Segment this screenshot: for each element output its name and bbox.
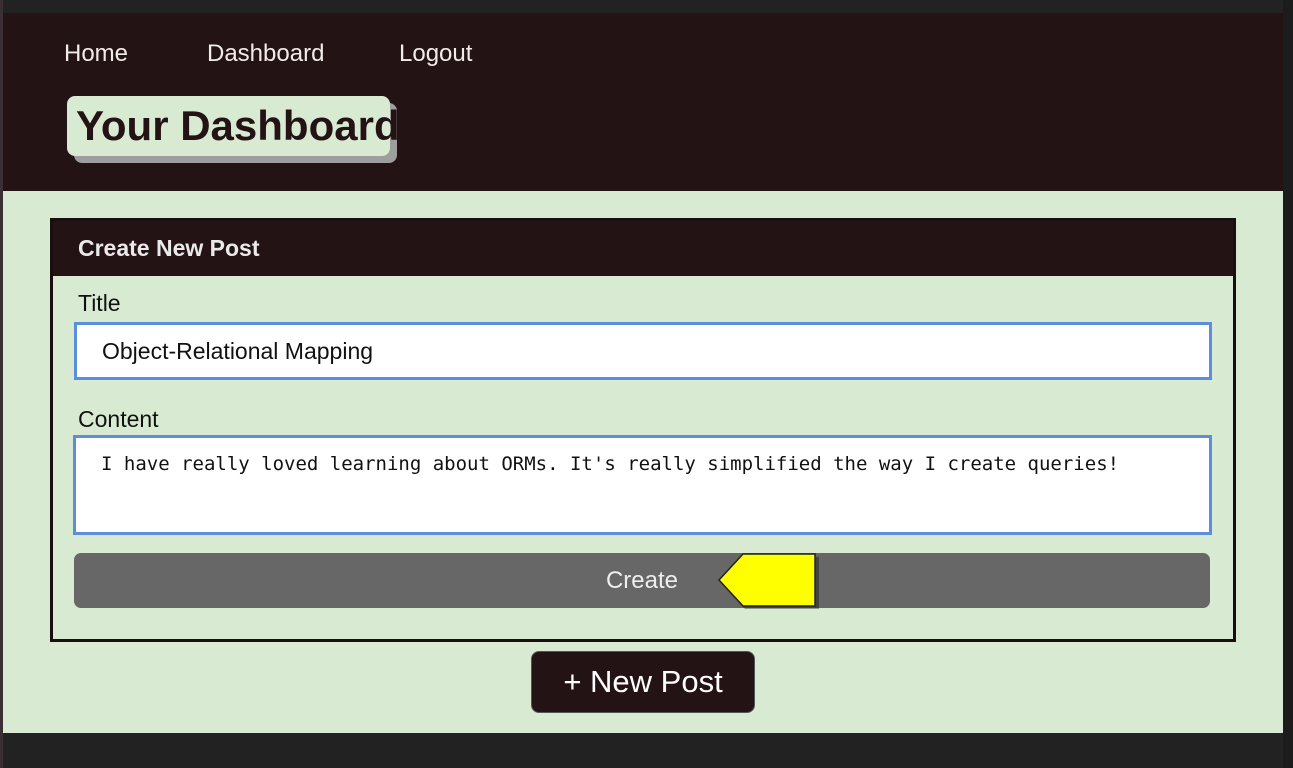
content-textarea[interactable]: I have really loved learning about ORMs.… (73, 435, 1212, 535)
new-post-button[interactable]: + New Post (531, 651, 755, 713)
title-label: Title (78, 290, 121, 316)
content-label: Content (78, 406, 159, 432)
main-content: Create New Post Title Content I have rea… (3, 191, 1283, 733)
page-title: Your Dashboard (76, 102, 400, 149)
create-post-card: Create New Post Title Content I have rea… (50, 218, 1236, 642)
top-strip (0, 0, 1293, 13)
nav-logout-link[interactable]: Logout (399, 39, 472, 69)
create-button[interactable]: Create (74, 553, 1210, 608)
create-post-card-header: Create New Post (53, 221, 1233, 276)
title-input[interactable] (74, 322, 1212, 380)
page-title-badge: Your Dashboard (67, 96, 400, 156)
create-post-heading: Create New Post (78, 235, 260, 261)
right-window-edge (1283, 0, 1293, 768)
site-header: Home Dashboard Logout Your Dashboard (3, 13, 1283, 191)
yellow-arrow-pointer-icon (717, 553, 819, 609)
nav-dashboard-link[interactable]: Dashboard (207, 39, 324, 69)
nav-home-link[interactable]: Home (64, 39, 128, 69)
